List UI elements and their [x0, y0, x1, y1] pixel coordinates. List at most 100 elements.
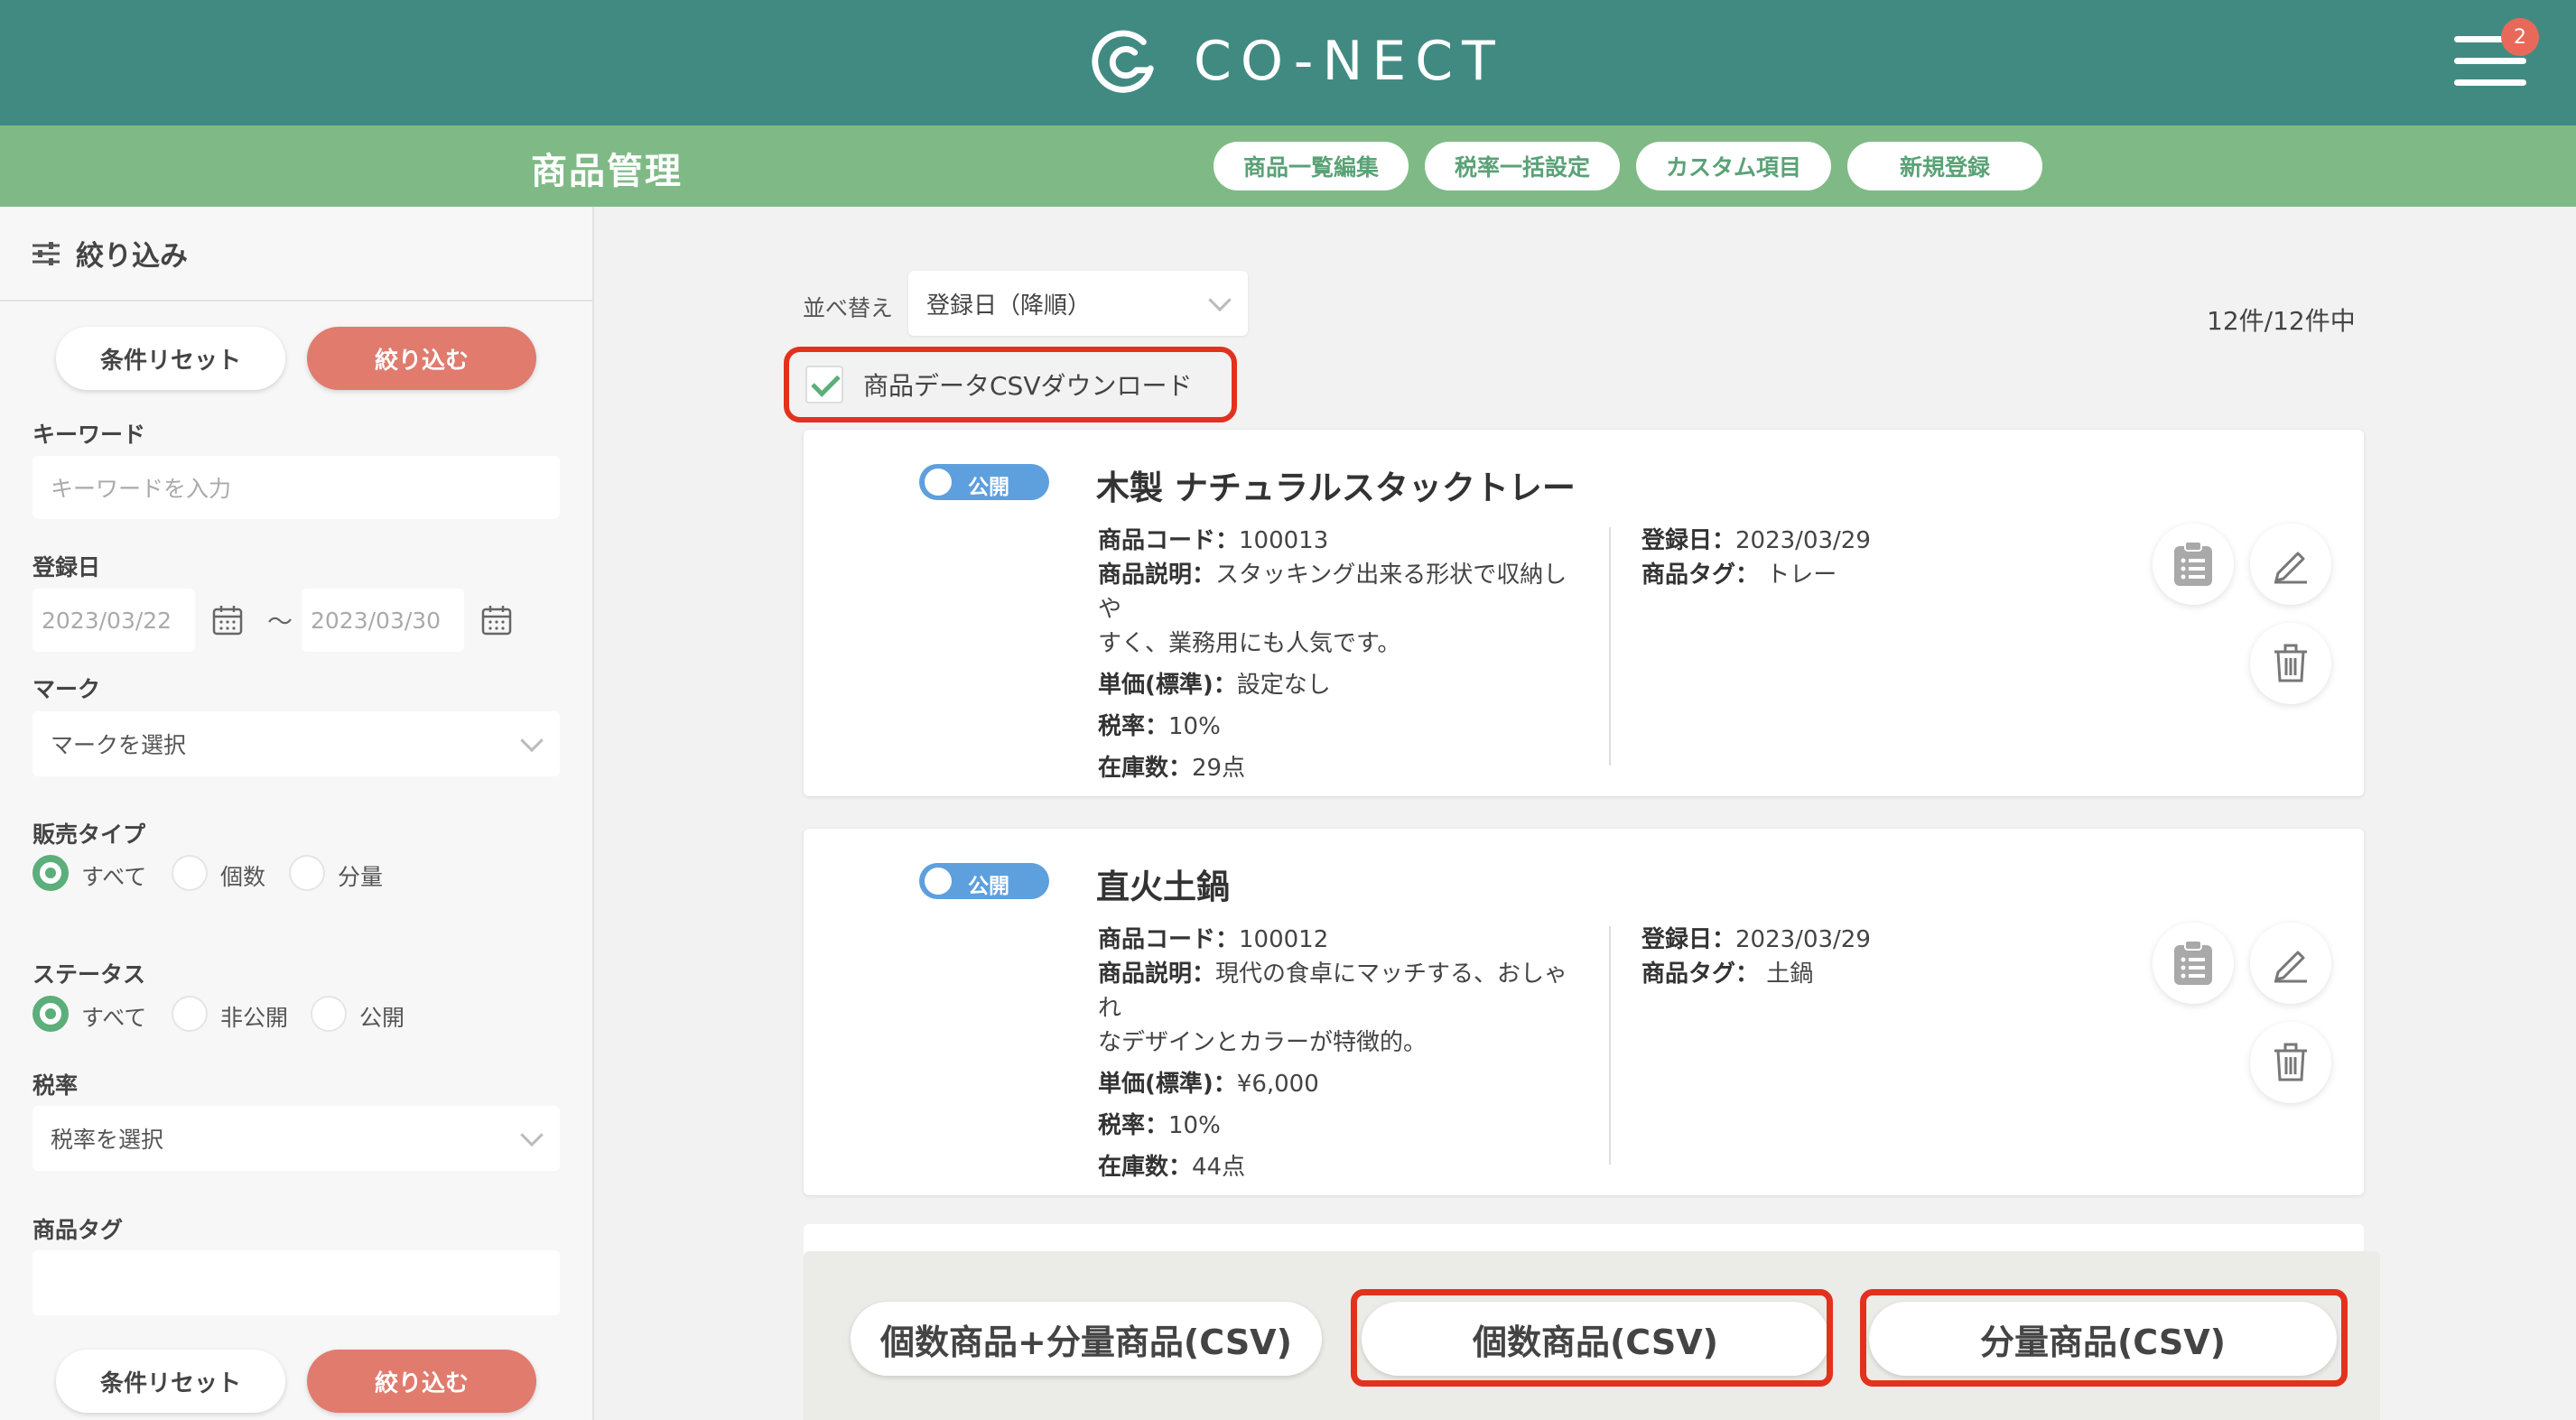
product-desc-row: 商品説明：現代の食卓にマッチする、おしゃれ — [1098, 961, 1568, 1022]
top-header: CO-NECT 2 — [0, 0, 2576, 125]
status-radio-all[interactable] — [33, 996, 69, 1032]
product-date-row: 登録日：2023/03/29 — [1641, 926, 1871, 953]
product-desc-row: 商品説明：スタッキング出来る形状で収納しや — [1098, 562, 1567, 623]
calendar-icon[interactable] — [211, 604, 244, 636]
product-price-row: 単価(標準)：設定なし — [1098, 672, 1331, 699]
sales-type-option-label: すべて — [81, 864, 147, 890]
page-title: 商品管理 — [531, 151, 683, 192]
csv-download-checkbox-row[interactable]: 商品データCSVダウンロード — [784, 347, 1237, 422]
filter-header: 絞り込み — [0, 207, 592, 302]
sales-type-radio-count[interactable] — [172, 855, 208, 891]
keyword-input[interactable]: キーワードを入力 — [33, 456, 560, 519]
product-stock-row: 在庫数：44点 — [1098, 1154, 1246, 1181]
product-code-row: 商品コード：100013 — [1098, 527, 1329, 554]
edit-button[interactable] — [2250, 923, 2331, 1004]
product-code-row: 商品コード：100012 — [1098, 926, 1329, 953]
product-tag-row: 商品タグ： 土鍋 — [1641, 961, 1814, 988]
pencil-edit-icon — [2274, 951, 2307, 983]
calendar-icon[interactable] — [480, 604, 513, 636]
delete-button[interactable] — [2250, 1022, 2331, 1103]
status-option-label: 非公開 — [220, 1005, 289, 1031]
sub-header: 商品管理 商品一覧編集 税率一括設定 カスタム項目 新規登録 — [0, 125, 2576, 207]
date-from-input[interactable]: 2023/03/22 — [33, 589, 195, 652]
trash-icon — [2274, 644, 2307, 682]
sales-type-radio-amount[interactable] — [289, 855, 325, 891]
csv-download-bar: 個数商品+分量商品(CSV) 個数商品(CSV) 分量商品(CSV) — [804, 1251, 2380, 1420]
filter-title: 絞り込み — [76, 240, 188, 273]
chevron-down-icon — [520, 1123, 544, 1147]
status-option-label: 公開 — [359, 1005, 405, 1031]
clipboard-detail-button[interactable] — [2153, 524, 2234, 605]
delete-button[interactable] — [2250, 623, 2331, 704]
tax-rate-select[interactable]: 税率を選択 — [33, 1106, 560, 1171]
clipboard-icon — [2174, 940, 2212, 985]
status-option-label: すべて — [81, 1005, 147, 1031]
highlight-box — [1351, 1289, 1833, 1387]
product-name[interactable]: 直火土鍋 — [1096, 859, 1230, 908]
logo-text: CO-NECT — [1194, 30, 1504, 93]
reset-conditions-button[interactable]: 条件リセット — [56, 327, 285, 390]
result-count: 12件/12件中 — [2207, 306, 2356, 336]
toggle-knob — [925, 469, 952, 496]
apply-filter-button[interactable]: 絞り込む — [307, 327, 536, 390]
publish-toggle[interactable]: 公開 — [919, 863, 1049, 899]
date-to-input[interactable]: 2023/03/30 — [302, 589, 464, 652]
sort-select-value: 登録日（降順） — [926, 292, 1092, 320]
date-range-separator: 〜 — [267, 607, 293, 636]
tax-bulk-setting-button[interactable]: 税率一括設定 — [1425, 142, 1620, 190]
clipboard-detail-button[interactable] — [2153, 923, 2234, 1004]
mark-select-value: マークを選択 — [51, 732, 187, 758]
product-card: 公開 木製 ナチュラルスタックトレー 商品コード：100013 商品説明：スタッ… — [804, 430, 2364, 796]
edit-button[interactable] — [2250, 524, 2331, 605]
status-radio-private[interactable] — [172, 996, 208, 1032]
chevron-down-icon — [520, 729, 544, 753]
sort-select[interactable]: 登録日（降順） — [908, 271, 1248, 336]
sales-type-radio-all[interactable] — [33, 855, 69, 891]
product-card: 公開 直火土鍋 商品コード：100012 商品説明：現代の食卓にマッチする、おし… — [804, 829, 2364, 1195]
sales-type-label: 販売タイプ — [33, 821, 146, 848]
reset-conditions-button-bottom[interactable]: 条件リセット — [56, 1350, 285, 1413]
product-stock-row: 在庫数：29点 — [1098, 755, 1246, 782]
pencil-edit-icon — [2274, 552, 2307, 584]
product-tag-row: 商品タグ： トレー — [1641, 562, 1837, 589]
product-desc-row-2: なデザインとカラーが特徴的。 — [1098, 1029, 1427, 1056]
product-tax-row: 税率：10% — [1098, 1112, 1221, 1139]
divider — [1609, 527, 1611, 766]
app-logo[interactable]: CO-NECT — [1089, 25, 1504, 97]
trash-icon — [2274, 1043, 2307, 1081]
mark-select[interactable]: マークを選択 — [33, 711, 560, 776]
product-tag-label: 商品タグ — [33, 1217, 124, 1243]
new-product-button[interactable]: 新規登録 — [1847, 142, 2042, 190]
csv-download-checkbox-label: 商品データCSVダウンロード — [863, 371, 1193, 401]
clipboard-icon — [2174, 541, 2212, 586]
toggle-knob — [925, 868, 952, 895]
tax-rate-select-value: 税率を選択 — [51, 1127, 164, 1153]
product-tax-row: 税率：10% — [1098, 713, 1221, 740]
notification-badge: 2 — [2501, 18, 2539, 56]
csv-all-products-button[interactable]: 個数商品+分量商品(CSV) — [851, 1302, 1322, 1376]
status-label: ステータス — [33, 961, 146, 988]
publish-status-label: 公開 — [968, 476, 1009, 499]
sales-type-option-label: 個数 — [220, 864, 266, 890]
product-price-row: 単価(標準)：¥6,000 — [1098, 1071, 1319, 1098]
product-desc-row-2: すく、業務用にも人気です。 — [1098, 630, 1401, 657]
product-date-row: 登録日：2023/03/29 — [1641, 527, 1871, 554]
status-radio-public[interactable] — [311, 996, 347, 1032]
bulk-edit-button[interactable]: 商品一覧編集 — [1214, 142, 1409, 190]
apply-filter-button-bottom[interactable]: 絞り込む — [307, 1350, 536, 1413]
chevron-down-icon — [1208, 288, 1232, 312]
registration-date-label: 登録日 — [33, 554, 101, 580]
product-tag-input[interactable] — [33, 1250, 560, 1315]
product-name[interactable]: 木製 ナチュラルスタックトレー — [1096, 460, 1576, 509]
highlight-box — [1860, 1289, 2348, 1387]
publish-toggle[interactable]: 公開 — [919, 464, 1049, 500]
custom-fields-button[interactable]: カスタム項目 — [1636, 142, 1831, 190]
csv-download-checkbox[interactable] — [805, 366, 843, 404]
publish-status-label: 公開 — [968, 875, 1009, 898]
sort-label: 並べ替え — [803, 295, 894, 321]
mark-label: マーク — [33, 676, 101, 702]
tax-rate-label: 税率 — [33, 1072, 79, 1099]
logo-mark-icon — [1092, 30, 1154, 93]
filter-sliders-icon — [33, 241, 60, 265]
filter-sidebar: 絞り込み 条件リセット 絞り込む キーワード キーワードを入力 登録日 2023… — [0, 207, 594, 1420]
